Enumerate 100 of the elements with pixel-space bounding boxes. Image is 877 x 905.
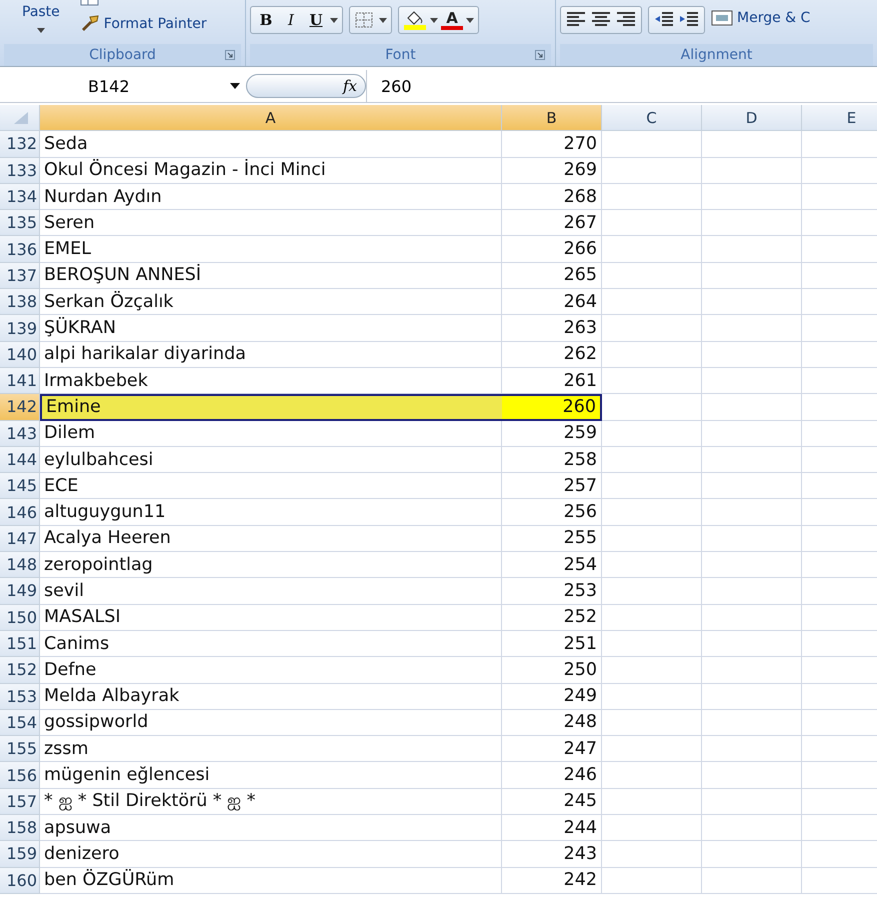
group-label: Clipboard: [89, 47, 156, 63]
row-header[interactable]: 149: [0, 578, 40, 605]
table-cell: Okul Öncesi Magazin - İnci Minci: [40, 158, 502, 184]
align-icon[interactable]: [590, 11, 612, 29]
formula-field[interactable]: 260: [366, 70, 877, 102]
table-cell: 251: [502, 630, 602, 658]
merge-icon: [711, 10, 733, 26]
caret-icon[interactable]: [466, 18, 474, 22]
row-header[interactable]: 151: [0, 630, 40, 658]
table-cell: 268: [502, 184, 602, 210]
fill-color-icon[interactable]: [403, 10, 427, 30]
row-header[interactable]: 132: [0, 131, 40, 158]
row-header[interactable]: 141: [0, 368, 40, 394]
table-cell: alpi harikalar diyarinda: [40, 342, 502, 368]
table-cell: ben ÖZGÜRüm: [40, 868, 502, 894]
row-header[interactable]: 146: [0, 499, 40, 526]
caret-icon[interactable]: [230, 82, 240, 88]
table-cell: 270: [502, 131, 602, 158]
row-header[interactable]: 160: [0, 868, 40, 894]
row-header[interactable]: 144: [0, 446, 40, 474]
row-header[interactable]: 136: [0, 236, 40, 263]
row-header[interactable]: 157: [0, 788, 40, 816]
paste-button[interactable]: Paste: [4, 0, 74, 33]
row-header[interactable]: 143: [0, 420, 40, 447]
table-cell: Seda: [40, 131, 502, 158]
table-cell: Seren: [40, 210, 502, 236]
caret-icon[interactable]: [379, 18, 387, 22]
caret-icon[interactable]: [430, 18, 438, 22]
table-cell: 245: [502, 788, 602, 816]
dialog-launcher-icon[interactable]: [225, 50, 235, 60]
row-header[interactable]: 150: [0, 604, 40, 631]
table-cell: 244: [502, 815, 602, 842]
column-header[interactable]: E: [802, 105, 877, 132]
font-color-button[interactable]: A: [441, 10, 463, 30]
insert-function-button[interactable]: fx: [342, 77, 357, 95]
column-header[interactable]: C: [602, 105, 702, 132]
table-cell: 249: [502, 684, 602, 710]
row-header[interactable]: 153: [0, 684, 40, 710]
align-icon[interactable]: [615, 11, 637, 29]
table-cell: 265: [502, 262, 602, 290]
caret-icon[interactable]: [330, 18, 338, 22]
format-painter-button[interactable]: Format Painter: [80, 12, 207, 36]
italic-button[interactable]: I: [280, 11, 302, 29]
table-cell: ŞÜKRAN: [40, 315, 502, 342]
table-cell: 259: [502, 420, 602, 447]
dialog-launcher-icon[interactable]: [535, 50, 545, 60]
group-label: Font: [385, 47, 416, 63]
indent-icon[interactable]: [678, 11, 700, 29]
table-cell: 250: [502, 657, 602, 684]
table-cell: * ஐ * Stil Direktörü * ஐ *: [40, 788, 502, 816]
table-cell: Emine: [40, 394, 502, 421]
row-header[interactable]: 135: [0, 210, 40, 236]
table-cell: zeropointlag: [40, 552, 502, 578]
name-box[interactable]: B142: [0, 76, 246, 96]
underline-button[interactable]: U: [305, 11, 327, 29]
row-header[interactable]: 154: [0, 710, 40, 736]
table-cell: 260: [502, 394, 602, 421]
row-header[interactable]: 158: [0, 815, 40, 842]
caret-icon[interactable]: [36, 28, 45, 33]
row-header[interactable]: 140: [0, 342, 40, 368]
table-cell: EMEL: [40, 236, 502, 263]
table-cell: 246: [502, 762, 602, 789]
table-cell: 266: [502, 236, 602, 263]
table-cell: Melda Albayrak: [40, 684, 502, 710]
row-header[interactable]: 156: [0, 762, 40, 789]
table-cell: Dilem: [40, 420, 502, 447]
align-icon[interactable]: [565, 11, 587, 29]
row-header[interactable]: 155: [0, 736, 40, 762]
row-header[interactable]: 148: [0, 552, 40, 578]
table-cell: denizero: [40, 841, 502, 868]
indent-icon[interactable]: [653, 11, 675, 29]
row-header[interactable]: 134: [0, 184, 40, 210]
row-header[interactable]: 145: [0, 473, 40, 500]
merge-button[interactable]: Merge & C: [711, 6, 810, 30]
table-cell: 264: [502, 289, 602, 316]
table-cell: 263: [502, 315, 602, 342]
table-cell: mügenin eğlencesi: [40, 762, 502, 789]
group-label: Alignment: [680, 47, 752, 63]
row-header[interactable]: 133: [0, 158, 40, 184]
formula-bar-handle[interactable]: fx: [246, 74, 366, 98]
table-cell: Acalya Heeren: [40, 526, 502, 552]
row-header[interactable]: 138: [0, 289, 40, 316]
bold-button[interactable]: B: [255, 11, 277, 29]
table-cell: sevil: [40, 578, 502, 605]
row-header[interactable]: 139: [0, 315, 40, 342]
column-header[interactable]: B: [502, 105, 602, 132]
table-cell: 243: [502, 841, 602, 868]
row-header[interactable]: 159: [0, 841, 40, 868]
table-cell: zssm: [40, 736, 502, 762]
column-header[interactable]: A: [40, 105, 502, 132]
row-header[interactable]: 142: [0, 394, 40, 421]
column-header[interactable]: D: [702, 105, 802, 132]
table-cell: MASALSI: [40, 604, 502, 631]
table-cell: ECE: [40, 473, 502, 500]
row-header[interactable]: 152: [0, 657, 40, 684]
table-cell: Defne: [40, 657, 502, 684]
row-header[interactable]: 137: [0, 262, 40, 290]
row-header[interactable]: 147: [0, 526, 40, 552]
table-cell: 254: [502, 552, 602, 578]
table-cell: BEROŞUN ANNESİ: [40, 262, 502, 290]
